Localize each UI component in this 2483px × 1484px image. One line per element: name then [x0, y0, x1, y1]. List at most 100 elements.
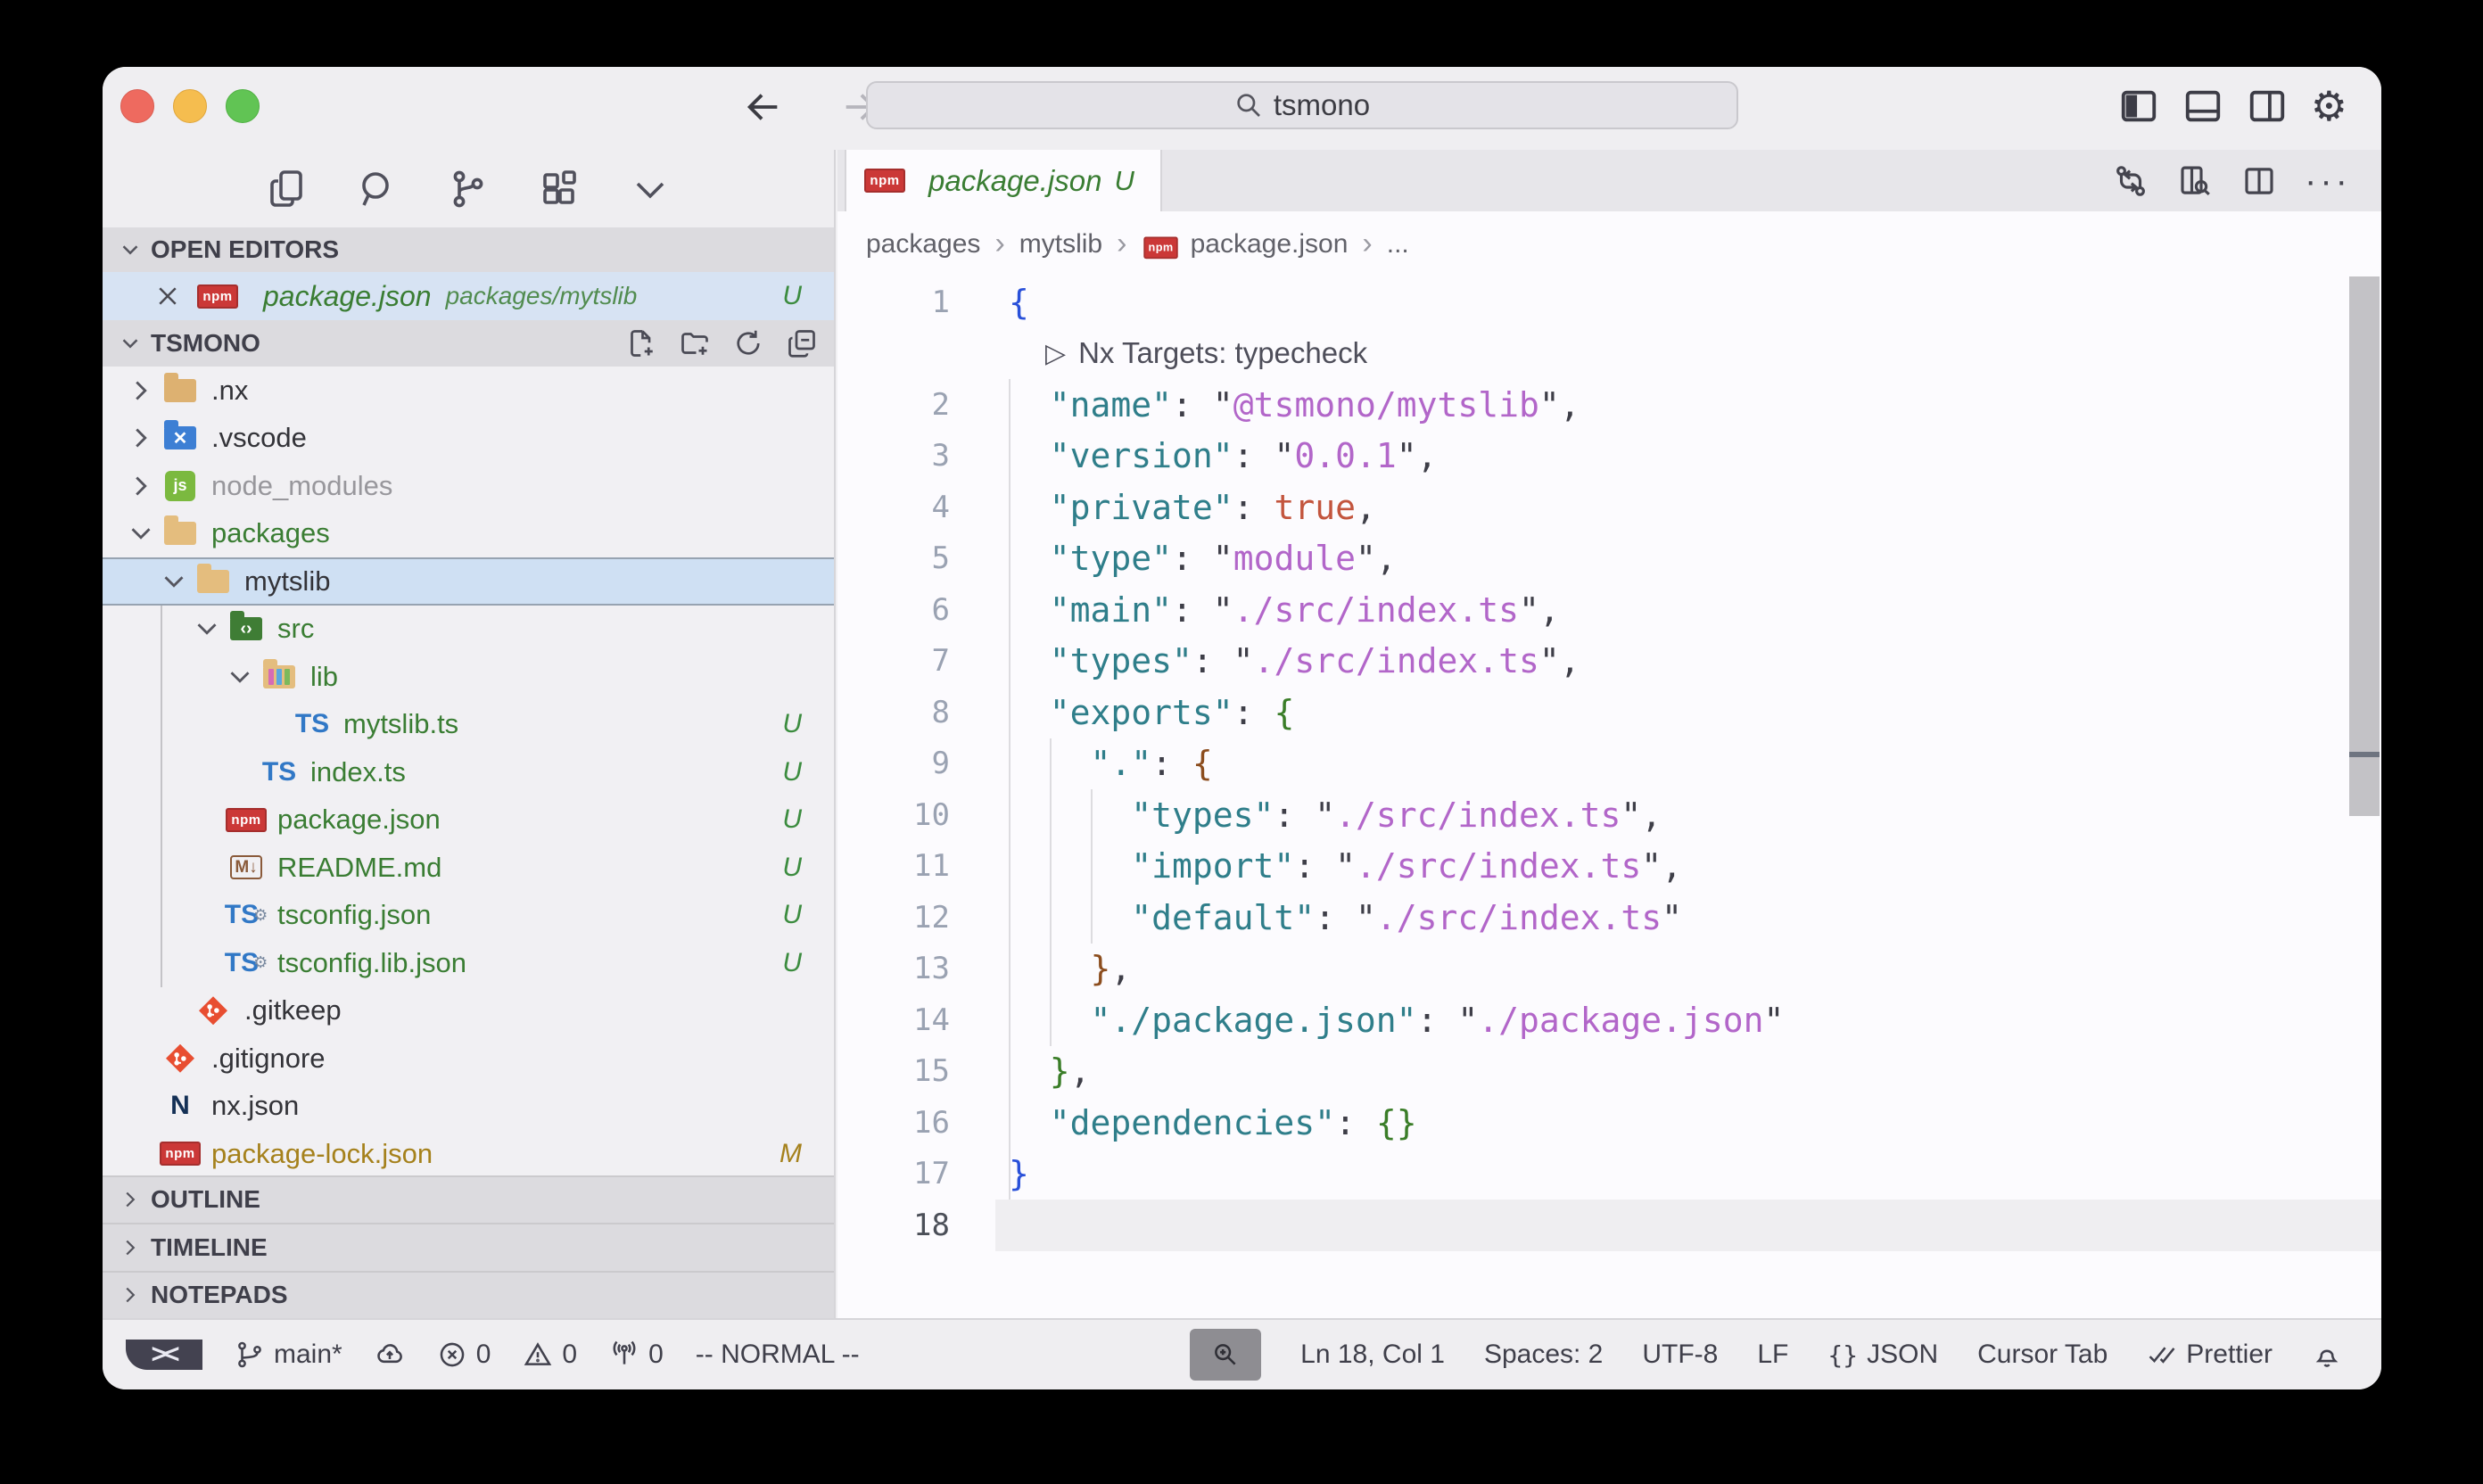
toggle-primary-sidebar-icon[interactable] — [2118, 86, 2159, 127]
open-changes-icon[interactable] — [2112, 162, 2149, 200]
tree-item-mytslib-ts[interactable]: TSmytslib.tsU — [103, 701, 834, 749]
status-formatter[interactable]: Prettier — [2147, 1340, 2273, 1370]
status-zoom-indicator[interactable] — [1190, 1329, 1261, 1381]
collapse-folders-icon[interactable] — [786, 327, 818, 359]
open-editor-item[interactable]: npm package.json packages/mytslib U — [103, 272, 834, 320]
close-window-button[interactable] — [120, 89, 154, 123]
tree-item-lib[interactable]: lib — [103, 653, 834, 701]
maximize-window-button[interactable] — [226, 89, 260, 123]
code-line-2[interactable]: 2 "name": "@tsmono/mytslib", — [837, 379, 2381, 431]
code-line-18[interactable]: 18 — [837, 1200, 2381, 1251]
code-line-1[interactable]: 1{ — [837, 276, 2381, 328]
tree-item--gitkeep[interactable]: .gitkeep — [103, 987, 834, 1035]
chevron-open-icon[interactable] — [223, 662, 257, 692]
run-icon[interactable]: ▷ — [1045, 338, 1066, 369]
section-header-outline[interactable]: OUTLINE — [103, 1175, 834, 1224]
code-line-3[interactable]: 3 "version": "0.0.1", — [837, 431, 2381, 482]
section-header-timeline[interactable]: TIMELINE — [103, 1223, 834, 1271]
status-vim-mode[interactable]: -- NORMAL -- — [696, 1340, 860, 1370]
toggle-secondary-sidebar-icon[interactable] — [2247, 86, 2288, 127]
code-line-6[interactable]: 6 "main": "./src/index.ts", — [837, 584, 2381, 636]
chevron-closed-icon[interactable] — [124, 423, 158, 453]
explorer-icon[interactable] — [265, 168, 308, 210]
code-line-12[interactable]: 12 "default": "./src/index.ts" — [837, 892, 2381, 944]
split-editor-icon[interactable] — [2240, 162, 2278, 200]
more-actions-icon[interactable]: ··· — [2305, 172, 2351, 190]
status-language-mode[interactable]: {}JSON — [1827, 1340, 1938, 1370]
back-icon[interactable] — [743, 87, 784, 128]
scrollbar-thumb[interactable] — [2349, 276, 2380, 816]
search-view-icon[interactable] — [356, 168, 399, 210]
tree-item-label: package.json — [277, 804, 441, 836]
section-header-notepads[interactable]: NOTEPADS — [103, 1271, 834, 1319]
tree-item-nx-json[interactable]: Nnx.json — [103, 1083, 834, 1131]
status-encoding[interactable]: UTF-8 — [1642, 1340, 1718, 1370]
status-notifications[interactable] — [2312, 1340, 2342, 1370]
code-line-8[interactable]: 8 "exports": { — [837, 687, 2381, 738]
tree-item-readme-md[interactable]: M↓README.mdU — [103, 844, 834, 892]
code-line-7[interactable]: 7 "types": "./src/index.ts", — [837, 636, 2381, 688]
code-line-11[interactable]: 11 "import": "./src/index.ts", — [837, 841, 2381, 893]
tree-item-index-ts[interactable]: TSindex.tsU — [103, 748, 834, 796]
new-folder-icon[interactable] — [679, 327, 711, 359]
status-cursor-position[interactable]: Ln 18, Col 1 — [1300, 1340, 1445, 1370]
status-git-branch[interactable]: main* — [235, 1340, 342, 1370]
open-preview-icon[interactable] — [2176, 162, 2214, 200]
status-cursor-tab[interactable]: Cursor Tab — [1977, 1340, 2108, 1370]
close-editor-icon[interactable] — [154, 283, 181, 309]
toggle-panel-icon[interactable] — [2182, 86, 2223, 127]
tree-item--gitignore[interactable]: .gitignore — [103, 1035, 834, 1083]
more-views-chevron-icon[interactable] — [629, 168, 672, 210]
explorer-section-header[interactable]: TSMONO — [103, 320, 834, 367]
code-line-10[interactable]: 10 "types": "./src/index.ts", — [837, 789, 2381, 841]
tree-item-mytslib[interactable]: mytslib — [103, 557, 834, 606]
tree-item-packages[interactable]: packages — [103, 510, 834, 558]
status-indentation[interactable]: Spaces: 2 — [1484, 1340, 1603, 1370]
chevron-open-icon[interactable] — [157, 566, 191, 597]
code-line-5[interactable]: 5 "type": "module", — [837, 533, 2381, 585]
codelens-nx-targets[interactable]: ▷Nx Targets: typecheck — [995, 336, 1367, 370]
status-errors[interactable]: 0 — [437, 1340, 491, 1370]
code-line-17[interactable]: 17} — [837, 1149, 2381, 1200]
code-editor[interactable]: 1{ ▷Nx Targets: typecheck 2 "name": "@tsmo… — [837, 276, 2381, 1318]
new-file-icon[interactable] — [625, 327, 657, 359]
status-ports[interactable]: 0 — [609, 1340, 664, 1370]
code-line-9[interactable]: 9 ".": { — [837, 738, 2381, 790]
tree-item-package-json[interactable]: npmpackage.jsonU — [103, 796, 834, 845]
status-sync[interactable] — [375, 1340, 405, 1370]
command-center-search[interactable]: tsmono — [866, 81, 1738, 129]
tab-package-json[interactable]: npm package.json U — [845, 150, 1162, 211]
tree-item-tsconfig-json[interactable]: TS⚙tsconfig.jsonU — [103, 892, 834, 940]
status-warnings[interactable]: 0 — [523, 1340, 577, 1370]
chevron-open-icon[interactable] — [124, 518, 158, 548]
breadcrumb-item-package-json[interactable]: npmpackage.json — [1141, 229, 1348, 260]
open-editors-section-header[interactable]: OPEN EDITORS — [103, 227, 834, 272]
git-status-badge: U — [782, 804, 802, 835]
code-line-14[interactable]: 14 "./package.json": "./package.json" — [837, 994, 2381, 1046]
chevron-closed-icon[interactable] — [124, 375, 158, 406]
breadcrumb-item-mytslib[interactable]: mytslib — [1019, 229, 1102, 260]
tree-item-node-modules[interactable]: jsnode_modules — [103, 462, 834, 510]
tree-item--vscode[interactable]: ✕.vscode — [103, 415, 834, 463]
tree-item-tsconfig-lib-json[interactable]: TS⚙tsconfig.lib.jsonU — [103, 939, 834, 987]
chevron-open-icon[interactable] — [190, 614, 224, 644]
refresh-icon[interactable] — [732, 327, 764, 359]
breadcrumb-item-packages[interactable]: packages — [866, 229, 980, 260]
breadcrumb-item--[interactable]: ... — [1387, 229, 1409, 260]
minimize-window-button[interactable] — [173, 89, 207, 123]
code-line-4[interactable]: 4 "private": true, — [837, 482, 2381, 533]
code-line-16[interactable]: 16 "dependencies": {} — [837, 1097, 2381, 1149]
tree-item-package-lock-json[interactable]: npmpackage-lock.jsonM — [103, 1130, 834, 1175]
extensions-icon[interactable] — [538, 168, 581, 210]
status-remote-indicator[interactable]: >< — [126, 1340, 202, 1370]
status-eol[interactable]: LF — [1757, 1340, 1788, 1370]
code-line-13[interactable]: 13 }, — [837, 944, 2381, 995]
tree-item--nx[interactable]: .nx — [103, 367, 834, 415]
source-control-icon[interactable] — [447, 168, 490, 210]
settings-gear-icon[interactable]: ⚙ — [2311, 86, 2347, 127]
braces-icon: {} — [1827, 1340, 1858, 1370]
code-line-15[interactable]: 15 }, — [837, 1046, 2381, 1098]
code-indent-guide — [1050, 738, 1052, 1046]
chevron-closed-icon[interactable] — [124, 471, 158, 501]
tree-item-src[interactable]: ‹›src — [103, 606, 834, 654]
